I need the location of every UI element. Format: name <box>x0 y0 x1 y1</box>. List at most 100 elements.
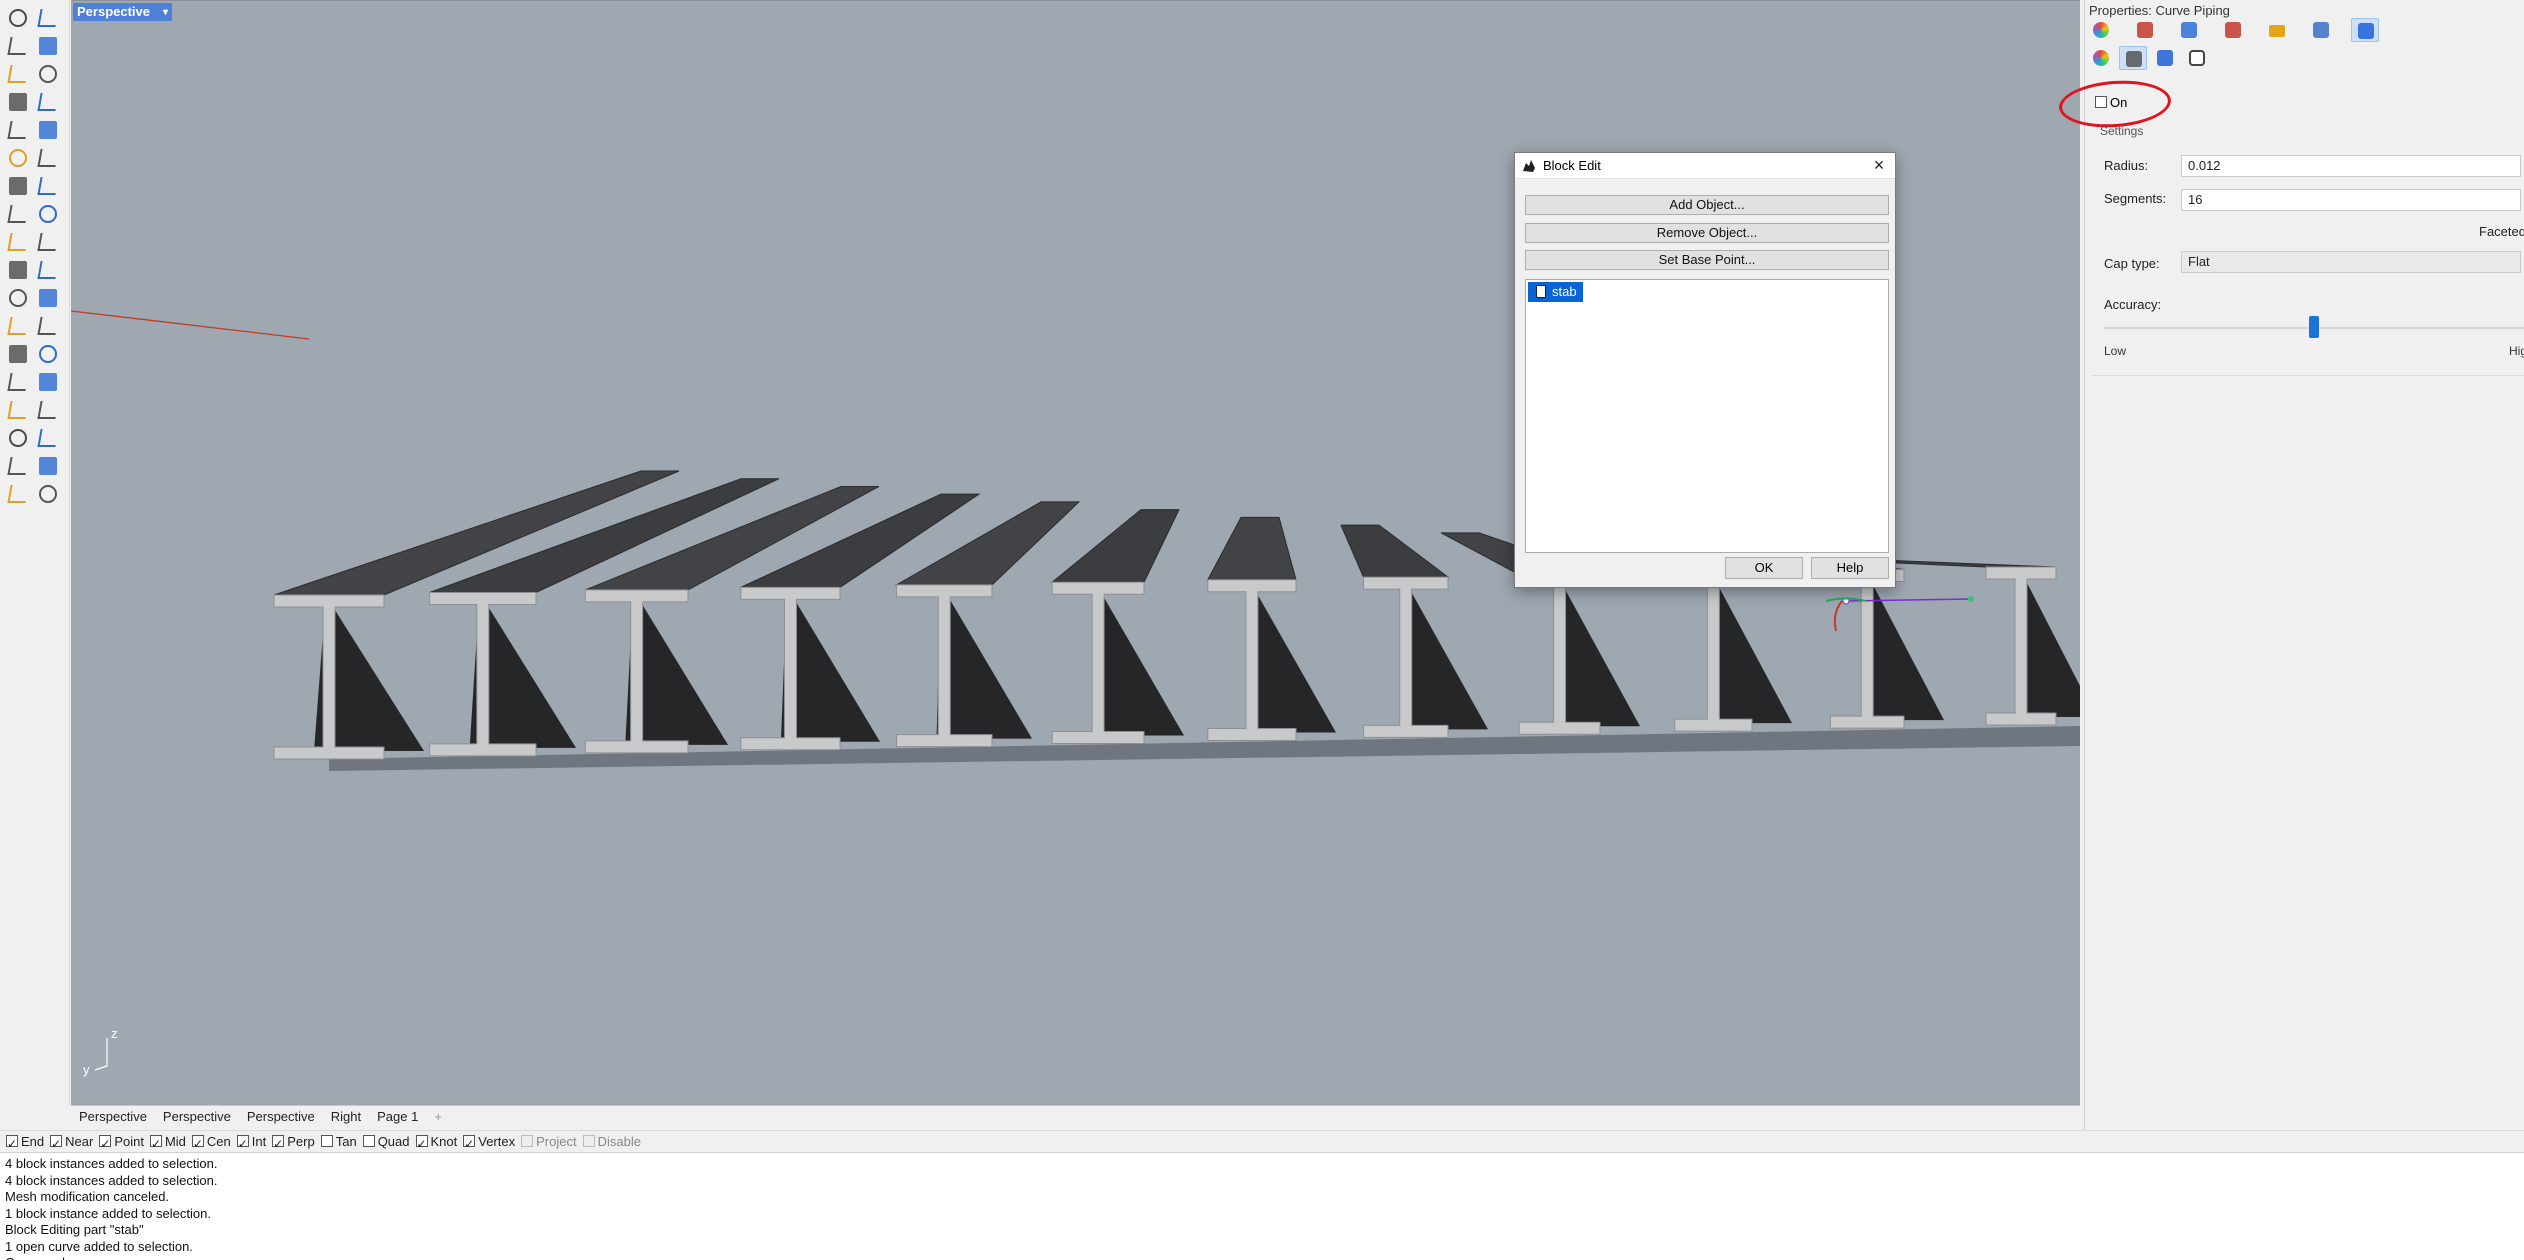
edit-icon[interactable] <box>2219 18 2247 42</box>
material-icon[interactable] <box>2131 18 2159 42</box>
text-icon[interactable] <box>6 342 30 366</box>
osnap-checkbox[interactable] <box>50 1133 63 1155</box>
layer-icon[interactable] <box>6 454 30 478</box>
select-icon[interactable] <box>6 6 30 30</box>
shield-icon[interactable] <box>2151 46 2179 70</box>
polyline-icon[interactable] <box>6 34 30 58</box>
osnap-checkbox[interactable] <box>463 1133 476 1155</box>
color-wheel-icon[interactable] <box>2087 46 2115 70</box>
osnap-mid[interactable]: Mid <box>149 1131 186 1155</box>
osnap-checkbox[interactable] <box>320 1135 333 1147</box>
box-icon[interactable] <box>6 174 30 198</box>
on-checkbox[interactable] <box>2095 96 2107 108</box>
viewport-tab[interactable]: Page 1 <box>369 1106 426 1128</box>
help-button[interactable]: Help <box>1811 557 1889 579</box>
osnap-checkbox[interactable] <box>236 1133 249 1155</box>
osnap-cen[interactable]: Cen <box>191 1131 231 1155</box>
viewport-tab[interactable]: Perspective <box>239 1106 323 1128</box>
object-color-icon[interactable] <box>2087 18 2115 42</box>
cylinder-icon[interactable] <box>6 202 30 226</box>
osnap-disable[interactable]: Disable <box>582 1131 641 1153</box>
rectangle2-icon[interactable] <box>36 90 60 114</box>
close-icon[interactable]: × <box>1869 155 1889 175</box>
curve-icon[interactable] <box>6 90 30 114</box>
faceted-label[interactable]: Faceted <box>2479 224 2524 239</box>
circle-3pt-icon[interactable] <box>36 62 60 86</box>
viewport-title[interactable]: Perspective ▾ <box>73 3 172 21</box>
segments-field[interactable]: 16 <box>2181 189 2521 211</box>
array-icon[interactable] <box>6 370 30 394</box>
curve-piping-icon[interactable] <box>2119 46 2147 70</box>
rectangle-icon[interactable] <box>36 34 60 58</box>
osnap-near[interactable]: Near <box>50 1131 93 1155</box>
polygon-icon[interactable] <box>36 118 60 142</box>
fillet-icon[interactable] <box>6 286 30 310</box>
dimension-icon[interactable] <box>36 426 60 450</box>
mirror-icon[interactable] <box>36 370 60 394</box>
check-icon[interactable] <box>36 454 60 478</box>
revolve-icon[interactable] <box>36 146 60 170</box>
on-toggle[interactable]: On <box>2057 77 2173 131</box>
grid-icon[interactable] <box>6 426 30 450</box>
osnap-tan[interactable]: Tan <box>320 1131 357 1153</box>
ok-button[interactable]: OK <box>1725 557 1803 579</box>
osnap-quad[interactable]: Quad <box>362 1131 410 1153</box>
osnap-checkbox[interactable] <box>272 1133 285 1155</box>
render-icon[interactable] <box>2175 18 2203 42</box>
osnap-checkbox[interactable] <box>149 1133 162 1155</box>
accuracy-slider-thumb[interactable] <box>2309 316 2319 338</box>
rotate-icon[interactable] <box>6 314 30 338</box>
osnap-checkbox[interactable] <box>99 1133 112 1155</box>
osnap-point[interactable]: Point <box>99 1131 144 1155</box>
point-icon[interactable] <box>36 6 60 30</box>
osnap-int[interactable]: Int <box>236 1131 266 1155</box>
points-icon[interactable] <box>36 286 60 310</box>
osnap-vertex[interactable]: Vertex <box>463 1131 515 1155</box>
osnap-checkbox[interactable] <box>191 1133 204 1155</box>
circle-icon[interactable] <box>6 62 30 86</box>
osnap-checkbox[interactable] <box>521 1135 534 1147</box>
osnap-end[interactable]: End <box>6 1131 44 1155</box>
notification-icon[interactable] <box>2351 18 2379 42</box>
osnap-project[interactable]: Project <box>521 1131 577 1153</box>
block-parts-list[interactable]: stab <box>1525 279 1889 553</box>
block-icon[interactable] <box>36 398 60 422</box>
add-object-button[interactable]: Add Object... <box>1525 195 1889 215</box>
camera-icon[interactable] <box>6 482 30 506</box>
cap-type-select[interactable]: Flat <box>2181 251 2521 273</box>
move-icon[interactable] <box>36 314 60 338</box>
scale-icon[interactable] <box>36 342 60 366</box>
arc-icon[interactable] <box>6 118 30 142</box>
viewport-tab[interactable]: Perspective <box>155 1106 239 1128</box>
surface-icon[interactable] <box>6 146 30 170</box>
chevron-down-icon[interactable]: ▾ <box>163 4 168 22</box>
light-icon[interactable] <box>36 482 60 506</box>
set-base-point-button[interactable]: Set Base Point... <box>1525 250 1889 270</box>
command-history[interactable]: 4 block instances added to selection. 4 b… <box>0 1152 2524 1260</box>
list-item[interactable]: stab <box>1528 282 1583 302</box>
osnap-checkbox[interactable] <box>582 1135 595 1147</box>
extrude-icon[interactable] <box>36 202 60 226</box>
render-icon[interactable] <box>6 398 30 422</box>
viewport-tab[interactable]: Right <box>323 1106 369 1128</box>
add-tab-icon[interactable]: + <box>426 1106 450 1128</box>
dialog-titlebar[interactable]: Block Edit × <box>1515 153 1895 179</box>
split-icon[interactable] <box>36 258 60 282</box>
explode-icon[interactable] <box>36 230 60 254</box>
boolean-icon[interactable] <box>6 230 30 254</box>
radius-field[interactable]: 0.012 <box>2181 155 2521 177</box>
command-prompt[interactable]: Command: <box>5 1255 2519 1260</box>
curve-icon-glyph <box>9 93 27 111</box>
osnap-checkbox[interactable] <box>6 1133 18 1155</box>
osnap-checkbox[interactable] <box>415 1133 428 1155</box>
picture-icon[interactable] <box>2307 18 2335 42</box>
sphere-icon[interactable] <box>36 174 60 198</box>
trim-icon[interactable] <box>6 258 30 282</box>
osnap-perp[interactable]: Perp <box>272 1131 315 1155</box>
database-icon[interactable] <box>2183 46 2211 70</box>
osnap-checkbox[interactable] <box>362 1135 375 1147</box>
viewport-tab[interactable]: Perspective <box>71 1106 155 1128</box>
remove-object-button[interactable]: Remove Object... <box>1525 223 1889 243</box>
osnap-knot[interactable]: Knot <box>415 1131 457 1155</box>
folder-icon[interactable] <box>2263 18 2291 42</box>
